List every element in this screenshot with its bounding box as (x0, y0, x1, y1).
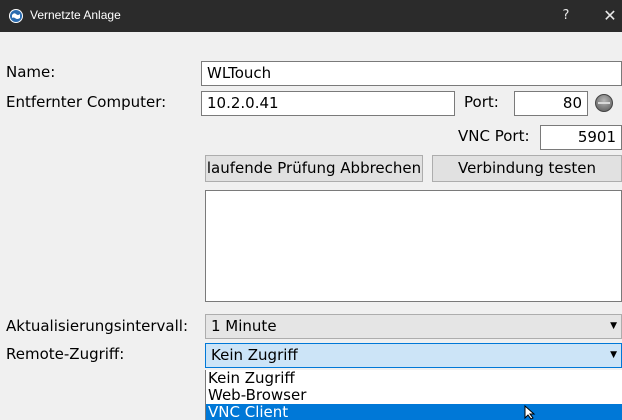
remote-computer-label: Entfernter Computer: (6, 93, 167, 111)
help-button[interactable]: ? (556, 6, 576, 26)
remote-access-select-value: Kein Zugriff (211, 346, 298, 364)
dropdown-option-web-browser[interactable]: Web-Browser (206, 387, 622, 404)
title-bar: Vernetzte Anlage ? ✕ (0, 0, 622, 32)
chevron-down-icon: ▼ (610, 350, 617, 360)
interval-label: Aktualisierungsintervall: (6, 317, 188, 335)
mouse-cursor-icon (524, 405, 536, 420)
name-label: Name: (6, 63, 56, 81)
remote-access-select[interactable]: Kein Zugriff ▼ (205, 343, 622, 368)
close-button[interactable]: ✕ (598, 5, 622, 27)
remote-computer-input[interactable]: 10.2.0.41 (201, 91, 455, 116)
dropdown-option-vnc-client[interactable]: VNC Client (206, 404, 622, 420)
name-input[interactable]: WLTouch (201, 61, 622, 86)
interval-select-value: 1 Minute (211, 317, 277, 335)
remote-access-label: Remote-Zugriff: (6, 345, 125, 363)
port-input[interactable]: 80 (514, 91, 588, 116)
cancel-check-button[interactable]: laufende Prüfung Abbrechen (205, 155, 423, 182)
test-connection-button[interactable]: Verbindung testen (432, 155, 622, 182)
status-led-icon (595, 94, 613, 112)
dropdown-option-kein-zugriff[interactable]: Kein Zugriff (206, 370, 622, 387)
status-log-area[interactable] (205, 190, 622, 302)
remote-access-dropdown-list: Kein Zugriff Web-Browser VNC Client (205, 370, 622, 420)
vnc-port-label: VNC Port: (458, 127, 530, 145)
window-title: Vernetzte Anlage (30, 8, 121, 22)
port-label: Port: (464, 93, 499, 111)
vnc-port-input[interactable]: 5901 (540, 125, 622, 150)
globe-icon (9, 9, 23, 23)
interval-select[interactable]: 1 Minute ▼ (205, 314, 622, 339)
chevron-down-icon: ▼ (610, 321, 617, 331)
